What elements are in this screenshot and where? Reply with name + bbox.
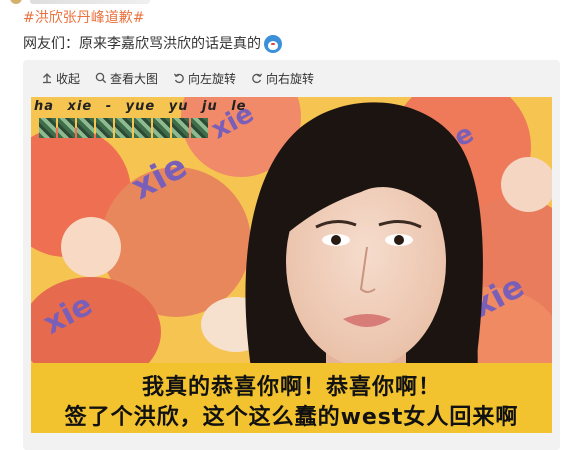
cropped-header-text <box>30 0 150 4</box>
view-large-button[interactable]: 查看大图 <box>95 70 158 87</box>
rotate-right-label: 向右旋转 <box>266 71 315 86</box>
collapse-button[interactable]: 收起 <box>41 70 80 87</box>
rotate-left-label: 向左旋转 <box>188 71 237 86</box>
media-card: 收起 查看大图 向左旋转 向右旋转 xie xie xie xie ha xie… <box>23 60 560 450</box>
collapse-icon <box>43 73 51 84</box>
post-image[interactable]: xie xie xie xie xie ha xie - yue yu ju l… <box>31 97 552 433</box>
view-large-label: 查看大图 <box>110 71 159 86</box>
doraemon-emoji-icon <box>264 35 282 53</box>
post-text: 网友们：原来李嘉欣骂洪欣的话是真的 <box>23 36 261 52</box>
collapse-label: 收起 <box>56 71 81 86</box>
rotate-right-icon <box>252 73 263 84</box>
hashtag-link[interactable]: #洪欣张丹峰道歉# <box>23 8 144 28</box>
avatar <box>10 0 22 4</box>
subtitle-line-1: 我真的恭喜你啊！恭喜你啊！ <box>141 375 441 400</box>
rotate-left-icon <box>173 73 184 84</box>
subtitle-band: 我真的恭喜你啊！恭喜你啊！ 签了个洪欣，这个这么蠢的west女人回来啊 <box>31 363 552 433</box>
subtitle-line-2: 签了个洪欣，这个这么蠢的west女人回来啊 <box>64 405 519 430</box>
previous-post-edge <box>0 0 580 6</box>
image-toolbar: 收起 查看大图 向左旋转 向右旋转 <box>23 60 560 96</box>
rotate-left-button[interactable]: 向左旋转 <box>173 70 236 87</box>
post-body: 网友们：原来李嘉欣骂洪欣的话是真的 <box>23 34 282 54</box>
rotate-right-button[interactable]: 向右旋转 <box>251 70 314 87</box>
search-icon <box>95 72 107 84</box>
